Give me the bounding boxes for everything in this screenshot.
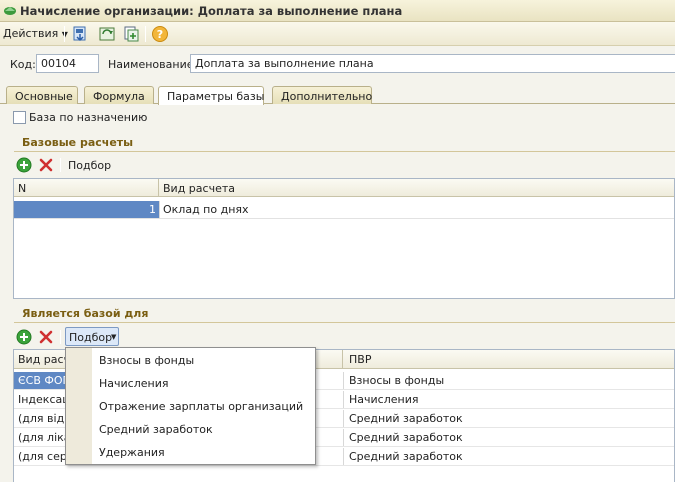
base-calcs-table: N Вид расчета 1 Оклад по днях — [13, 178, 675, 299]
toolbar: Действия ▼ ? — [0, 22, 675, 46]
tab-base-params[interactable]: Параметры базы — [158, 86, 264, 105]
menu-item-fund-contributions[interactable]: Взносы в фонды — [99, 354, 194, 367]
dropdown-arrow-icon: ▼ — [111, 333, 117, 341]
row-pvr: Средний заработок — [349, 431, 463, 444]
toolbar-separator — [60, 158, 61, 172]
menu-item-average-earnings[interactable]: Средний заработок — [99, 423, 213, 436]
copy-icon[interactable] — [122, 25, 140, 43]
base-calcs-pick-button[interactable]: Подбор — [68, 159, 111, 172]
toolbar-separator — [145, 26, 146, 42]
row-kind: (для відпу — [18, 412, 70, 425]
code-label: Код: — [10, 58, 36, 71]
row-kind: ЄСВ ФОП — [18, 374, 70, 387]
row-pvr: Взносы в фонды — [349, 374, 445, 387]
help-icon[interactable]: ? — [151, 25, 169, 43]
row-pvr: Средний заработок — [349, 450, 463, 463]
tab-additional[interactable]: Дополнительно — [272, 86, 372, 104]
row-kind: (для сере — [18, 450, 70, 463]
row-kind: (для лікар — [18, 431, 70, 444]
code-field[interactable]: 00104 — [36, 54, 99, 73]
add-icon[interactable] — [16, 157, 32, 173]
is-base-for-title: Является базой для — [22, 307, 149, 320]
column-header-kind[interactable]: Вид расчета — [163, 182, 235, 195]
tab-formula[interactable]: Формула — [84, 86, 154, 104]
menu-item-deductions[interactable]: Удержания — [99, 446, 165, 459]
title-bar: Начисление организации: Доплата за выпол… — [0, 0, 675, 22]
name-field[interactable]: Доплата за выполнение плана — [190, 54, 675, 73]
row-pvr: Начисления — [349, 393, 419, 406]
table-header: N Вид расчета — [14, 179, 674, 197]
refresh-icon[interactable] — [98, 25, 116, 43]
column-header-n[interactable]: N — [14, 179, 159, 197]
selected-cell-n: 1 — [14, 201, 159, 218]
actions-menu-button[interactable]: Действия ▼ — [3, 27, 68, 40]
delete-icon[interactable] — [39, 158, 53, 172]
row-kind: Індексаці — [18, 393, 70, 406]
delete-icon[interactable] — [39, 330, 53, 344]
save-close-icon[interactable] — [71, 25, 89, 43]
add-icon[interactable] — [16, 329, 32, 345]
menu-gutter — [66, 348, 92, 464]
table-row[interactable]: 1 Оклад по днях — [14, 201, 674, 219]
tab-main[interactable]: Основные — [6, 86, 78, 104]
base-calcs-title: Базовые расчеты — [22, 136, 134, 149]
svg-text:?: ? — [157, 28, 163, 41]
name-label: Наименование: — [108, 58, 198, 71]
row-kind: Оклад по днях — [163, 203, 249, 216]
pick-dropdown-menu: Взносы в фонды Начисления Отражение зарп… — [65, 347, 316, 465]
column-header-pvr[interactable]: ПВР — [349, 353, 371, 366]
section-divider — [14, 322, 675, 323]
menu-item-salary-reflection[interactable]: Отражение зарплаты организаций — [99, 400, 303, 413]
section-divider — [14, 151, 675, 152]
window-title: Начисление организации: Доплата за выпол… — [20, 4, 403, 18]
toolbar-separator — [60, 330, 61, 344]
menu-item-accruals[interactable]: Начисления — [99, 377, 168, 390]
actions-label: Действия — [3, 27, 59, 40]
app-icon — [4, 7, 16, 15]
row-pvr: Средний заработок — [349, 412, 463, 425]
toolbar-separator — [64, 26, 65, 42]
base-by-purpose-checkbox[interactable] — [13, 111, 26, 124]
base-by-purpose-label: База по назначению — [29, 111, 148, 124]
is-base-for-pick-button[interactable]: Подбор ▼ — [65, 327, 119, 346]
